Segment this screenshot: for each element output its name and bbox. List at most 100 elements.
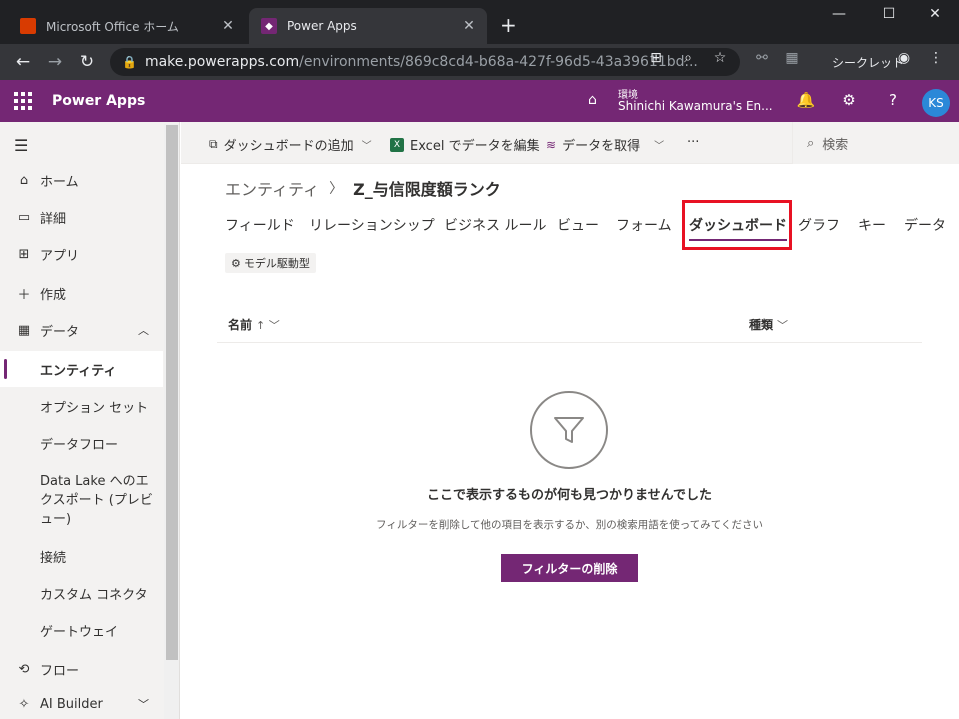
sidebar-item-label: フロー: [40, 663, 80, 679]
sidebar-item-label: Data Lake へのエクスポート (プレビュー): [40, 474, 153, 527]
model-driven-badge: ⚙ モデル駆動型: [225, 253, 316, 273]
sidebar-item-home[interactable]: ⌂ ホーム: [0, 162, 163, 198]
book-icon: ▭: [17, 209, 31, 225]
flow-icon: ⟲: [18, 661, 30, 677]
tab-relationships[interactable]: リレーションシップ: [309, 215, 435, 235]
browser-tab-powerapps[interactable]: ◆ Power Apps ✕: [249, 8, 487, 44]
minimize-icon[interactable]: —: [819, 6, 859, 22]
sidebar-scrollbar-thumb[interactable]: [166, 125, 178, 660]
filter-icon: [530, 391, 608, 469]
get-data-button[interactable]: ≋ データを取得 ﹀: [546, 135, 665, 155]
table-icon: ▦: [17, 322, 31, 338]
chevron-down-icon: ﹀: [361, 141, 372, 152]
incognito-icon: ◉: [897, 50, 911, 66]
column-header-name[interactable]: 名前 ↑ ﹀: [228, 316, 280, 333]
sidebar-item-option-sets[interactable]: オプション セット: [0, 388, 163, 424]
chevron-up-icon: ︿: [138, 324, 149, 337]
sidebar-item-apps[interactable]: ⊞ アプリ: [0, 236, 163, 272]
tab-data[interactable]: データ: [904, 215, 946, 235]
search-icon: ⌕: [807, 135, 815, 151]
sidebar-item-label: エンティティ: [40, 363, 117, 379]
browser-toolbar: ← → ↻ 🔒 make.powerapps.com /environments…: [0, 44, 959, 80]
browser-tabstrip: Microsoft Office ホーム ✕ ◆ Power Apps ✕ + …: [0, 0, 959, 44]
empty-state-title: ここで表示するものが何も見つかりませんでした: [427, 488, 712, 503]
highlight-box: [682, 200, 792, 250]
browser-menu-icon[interactable]: ⋮: [926, 50, 946, 66]
sidebar-item-label: データ: [40, 324, 80, 340]
close-tab-icon[interactable]: ✕: [216, 18, 240, 34]
edit-in-excel-button[interactable]: X Excel でデータを編集: [390, 135, 540, 154]
notification-bell-icon[interactable]: 🔔: [795, 91, 817, 109]
chevron-down-icon: ﹀: [138, 698, 149, 711]
back-icon[interactable]: ←: [12, 51, 34, 73]
sidebar-item-label: 作成: [40, 287, 67, 303]
tab-business-rules[interactable]: ビジネス ルール: [444, 215, 546, 235]
more-commands-button[interactable]: ···: [687, 135, 699, 150]
sidebar-item-connections[interactable]: 接続: [0, 538, 163, 574]
bookmark-star-icon[interactable]: ☆: [710, 50, 730, 66]
add-dashboard-icon: ⧉: [209, 137, 218, 151]
app-name[interactable]: Power Apps: [52, 93, 145, 109]
close-tab-icon[interactable]: ✕: [457, 18, 481, 34]
sidebar-item-label: ゲートウェイ: [40, 624, 119, 640]
hamburger-menu-icon[interactable]: ☰: [14, 136, 28, 155]
extension-icon[interactable]: ⚯: [752, 50, 772, 66]
breadcrumb: エンティティ 〉 Z_与信限度額ランク: [225, 176, 501, 200]
new-tab-icon[interactable]: +: [500, 14, 517, 36]
window-close-icon[interactable]: ✕: [915, 6, 955, 22]
settings-gear-icon[interactable]: ⚙: [838, 91, 860, 109]
sidebar-item-dataflows[interactable]: データフロー: [0, 425, 163, 461]
forward-icon[interactable]: →: [44, 51, 66, 73]
lock-icon: 🔒: [122, 55, 137, 69]
environment-name[interactable]: Shinichi Kawamura's En...: [618, 99, 773, 113]
sidebar-item-flows[interactable]: ⟲ フロー: [0, 651, 163, 687]
sidebar-item-data[interactable]: ▦ データ ︿: [0, 312, 163, 348]
url-path: /environments/869c8cd4-b68a-427f-96d5-43…: [299, 54, 698, 70]
gear-icon: ⚙: [231, 256, 241, 270]
database-icon: ≋: [546, 137, 557, 152]
environment-icon: ⌂: [588, 92, 597, 108]
extension-icon-2[interactable]: ▦: [782, 50, 802, 66]
powerapps-logo-icon: ◆: [261, 18, 277, 34]
sort-ascending-icon: ↑ ﹀: [256, 318, 280, 332]
breadcrumb-parent[interactable]: エンティティ: [225, 176, 319, 200]
translate-icon[interactable]: ⊞: [646, 50, 666, 66]
tab-views[interactable]: ビュー: [557, 215, 599, 235]
sidebar-item-ai-builder[interactable]: ✧ AI Builder ﹀: [0, 689, 163, 719]
table-header-divider: [217, 342, 922, 343]
column-header-label: 名前: [228, 318, 253, 332]
chevron-down-icon: ﹀: [777, 318, 789, 332]
apps-icon: ⊞: [18, 246, 30, 262]
sidebar-item-custom-connectors[interactable]: カスタム コネクタ: [0, 575, 163, 611]
chevron-down-icon: ﹀: [654, 141, 665, 152]
sidebar-item-create[interactable]: ＋ 作成: [0, 275, 163, 311]
maximize-icon[interactable]: ☐: [869, 6, 909, 22]
help-icon[interactable]: ?: [882, 91, 904, 109]
sidebar-item-entities[interactable]: エンティティ: [0, 351, 163, 387]
tab-forms[interactable]: フォーム: [616, 215, 672, 235]
search-box[interactable]: ⌕ 検索: [792, 122, 959, 164]
remove-filter-button[interactable]: フィルターの削除: [501, 554, 638, 582]
plus-icon: ＋: [17, 287, 31, 303]
breadcrumb-current: Z_与信限度額ランク: [353, 180, 501, 199]
chevron-right-icon: 〉: [329, 181, 344, 197]
browser-tab-title: Power Apps: [287, 19, 357, 33]
ai-icon: ✧: [18, 696, 30, 712]
search-placeholder: 検索: [822, 137, 849, 153]
sidebar-item-gateways[interactable]: ゲートウェイ: [0, 612, 163, 648]
zoom-icon[interactable]: ⌕: [678, 50, 698, 66]
reload-icon[interactable]: ↻: [76, 51, 98, 73]
column-header-type[interactable]: 種類 ﹀: [749, 316, 788, 333]
sidebar-item-label: 詳細: [40, 211, 67, 227]
empty-state-subtitle: フィルターを削除して他の項目を表示するか、別の検索用語を使ってみてください: [376, 519, 763, 531]
avatar[interactable]: KS: [922, 89, 950, 117]
sidebar-item-learn[interactable]: ▭ 詳細: [0, 199, 163, 235]
browser-tab-office[interactable]: Microsoft Office ホーム ✕: [8, 8, 246, 44]
tab-charts[interactable]: グラフ: [798, 215, 840, 235]
app-launcher-icon[interactable]: [14, 92, 32, 110]
tab-fields[interactable]: フィールド: [225, 215, 295, 235]
tab-keys[interactable]: キー: [858, 215, 886, 235]
button-label: ダッシュボードの追加: [223, 139, 354, 154]
sidebar-item-data-lake-export[interactable]: Data Lake へのエクスポート (プレビュー): [0, 468, 163, 528]
add-dashboard-button[interactable]: ⧉ ダッシュボードの追加 ﹀: [209, 135, 372, 154]
